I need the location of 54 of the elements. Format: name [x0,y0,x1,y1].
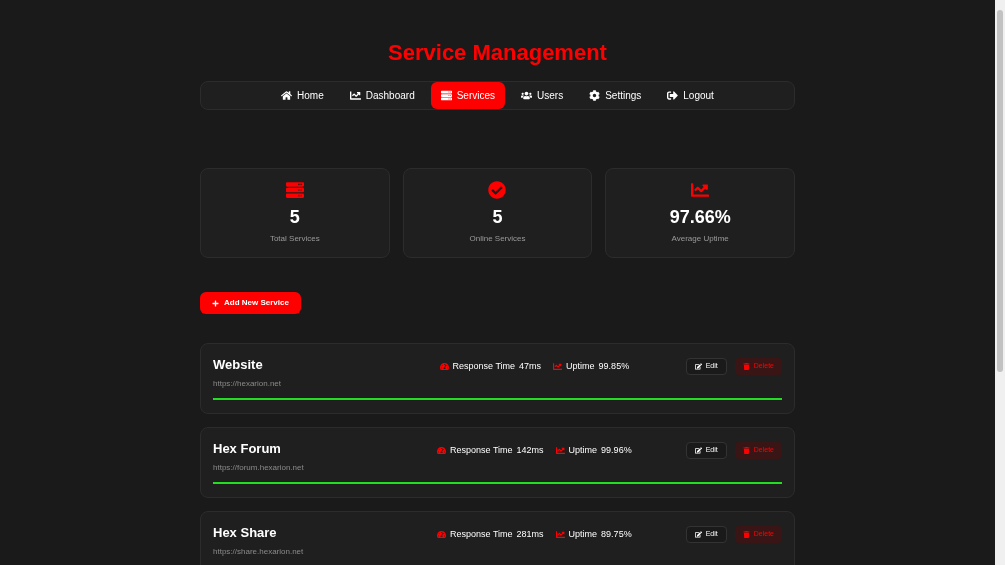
stat-label: Total Services [269,233,320,245]
uptime-label: Uptime [568,444,598,457]
trash-icon [742,447,750,454]
line-chart-icon [691,181,710,199]
trash-icon [742,531,750,538]
uptime-value: 99.85% [598,360,630,373]
stat-label: Online Services [469,233,526,245]
line-chart-icon [553,362,563,372]
uptime-value: 89.75% [601,528,632,541]
service-name: Hex Share [213,525,278,542]
nav-tab[interactable]: Home [271,82,334,109]
edit-icon [694,363,702,370]
response-value: 281ms [516,528,544,541]
gauge-icon [439,362,449,372]
add-service-button[interactable]: Add New Service [200,292,301,314]
service-url: https://hexarion.net [213,378,283,391]
trash-icon [742,363,750,370]
server-icon [440,90,452,101]
service-name: Hex Forum [213,441,282,458]
scrollbar[interactable] [995,0,1005,565]
stat-value: 97.66% [669,208,731,226]
response-label: Response Time [452,360,516,373]
response-value: 47ms [519,360,542,373]
nav-tab[interactable]: Services [430,82,506,109]
nav-tab[interactable]: Users [511,82,574,109]
edit-icon [694,531,702,538]
home-icon [281,90,293,101]
nav-tab[interactable]: Logout [657,82,724,109]
edit-icon [694,447,702,454]
nav-tab[interactable]: Dashboard [339,82,425,109]
service-url: https://share.hexarion.net [213,546,305,559]
page-title: Service Management [388,39,607,67]
response-label: Response Time [450,444,513,457]
uptime-label: Uptime [566,360,595,373]
plus-icon [212,299,219,307]
gauge-icon [437,530,447,540]
line-chart-icon [349,90,361,101]
service-name: Website [213,357,264,374]
line-chart-icon [555,530,565,540]
gauge-icon [437,446,447,456]
uptime-value: 99.96% [601,444,632,457]
response-value: 142ms [516,444,544,457]
logout-icon [667,90,679,101]
line-chart-icon [555,446,565,456]
uptime-label: Uptime [568,528,598,541]
service-url: https://forum.hexarion.net [213,462,305,475]
users-icon [521,90,533,101]
stat-value: 5 [289,208,300,226]
stat-value: 5 [492,208,503,226]
server-icon [285,181,304,199]
response-label: Response Time [450,528,513,541]
stat-label: Average Uptime [671,233,729,245]
nav-tab[interactable]: Settings [579,82,652,109]
settings-icon [589,90,601,101]
